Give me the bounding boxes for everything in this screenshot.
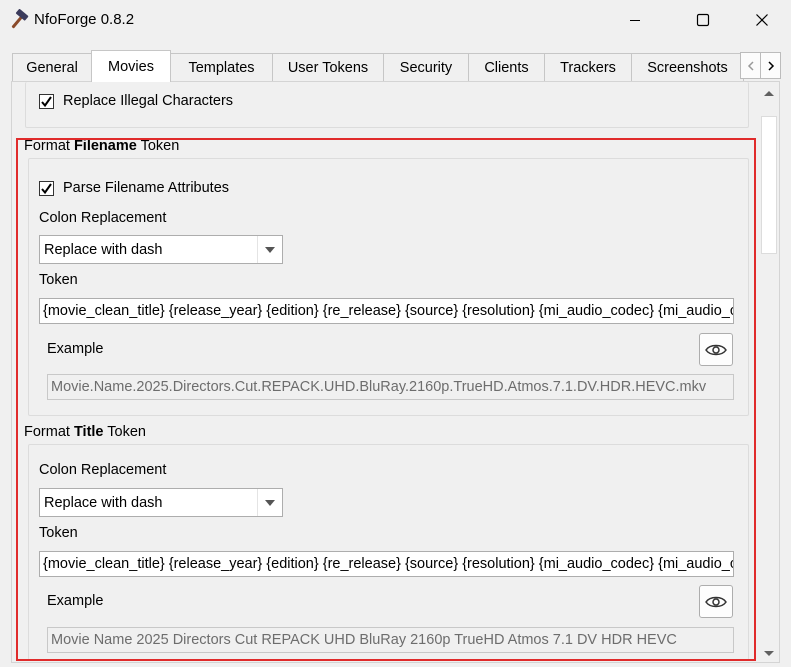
close-icon [756, 14, 768, 26]
replace-illegal-label: Replace Illegal Characters [63, 93, 234, 109]
tab-templates[interactable]: Templates [170, 53, 273, 81]
close-button[interactable] [739, 0, 785, 40]
tab-security[interactable]: Security [383, 53, 469, 81]
window-title: NfoForge 0.8.2 [34, 11, 135, 28]
tab-screenshots[interactable]: Screenshots [631, 53, 744, 81]
tab-scroll-right-button[interactable] [760, 52, 781, 79]
maximize-icon [696, 13, 710, 27]
highlight-box [16, 138, 756, 661]
scroll-up-arrow-icon[interactable] [762, 86, 776, 102]
tab-scroll-left-button[interactable] [740, 52, 761, 79]
tab-trackers[interactable]: Trackers [544, 53, 632, 81]
replace-illegal-checkbox[interactable] [39, 94, 54, 109]
minimize-icon [630, 20, 640, 21]
tab-user-tokens[interactable]: User Tokens [272, 53, 384, 81]
tab-clients[interactable]: Clients [468, 53, 545, 81]
chevron-right-icon [767, 60, 774, 71]
scroll-down-arrow-icon[interactable] [762, 647, 776, 663]
hammer-icon [8, 9, 30, 31]
minimize-button[interactable] [612, 0, 658, 40]
chevron-left-icon [747, 60, 754, 71]
checkmark-icon [41, 96, 52, 108]
tab-movies[interactable]: Movies [91, 50, 171, 82]
maximize-button[interactable] [680, 0, 726, 40]
scrollbar-thumb[interactable] [761, 116, 777, 254]
tab-general[interactable]: General [12, 53, 92, 81]
